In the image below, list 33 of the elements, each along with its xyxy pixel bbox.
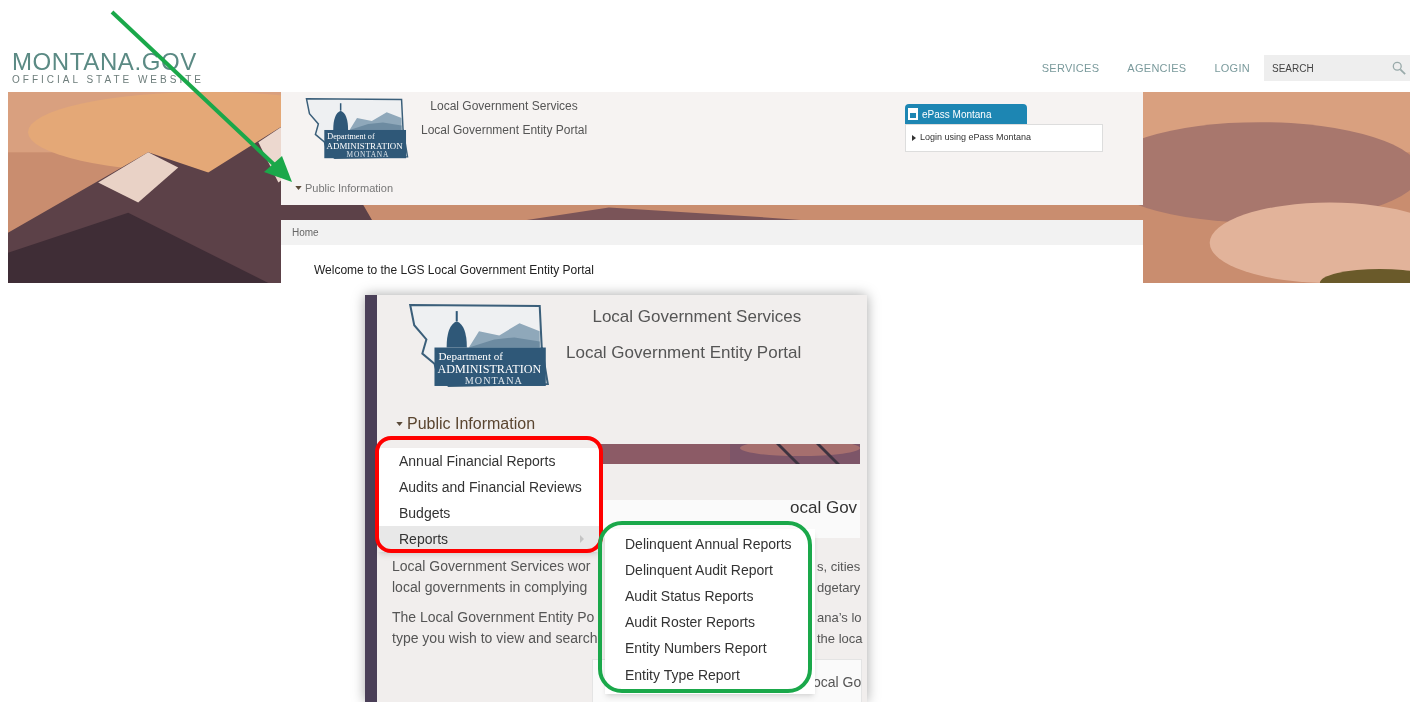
portal-title: Local Government Services — [430, 98, 578, 115]
portal-title: Local Government Services — [592, 306, 802, 328]
menu-toggle[interactable]: Public Information — [407, 412, 536, 436]
lock-icon — [908, 108, 918, 120]
play-icon — [912, 135, 916, 141]
submenu-item[interactable]: Entity Type Report — [605, 661, 815, 689]
submenu-item[interactable]: Audit Status Reports — [605, 583, 815, 610]
portal-title: Local Government Entity Portal — [421, 122, 588, 139]
submenu-item[interactable]: Delinquent Annual Reports — [605, 531, 815, 558]
caret-icon — [295, 185, 302, 190]
submenu-item[interactable]: Delinquent Audit Report — [605, 557, 815, 584]
portal-title: Local Government Entity Portal — [566, 341, 802, 364]
epass-login-link[interactable]: Login using ePass Montana — [905, 124, 1103, 152]
submenu-item[interactable]: Audit Roster Reports — [605, 609, 815, 636]
body-text: The Local Government Entity Po — [392, 608, 596, 627]
agency-logo: Department of ADMINISTRATION MONTANA — [408, 303, 550, 388]
body-text: ana’s lo — [817, 609, 863, 627]
menu-item[interactable]: Reports — [378, 526, 600, 552]
epass-title: ePass Montana — [922, 107, 992, 122]
welcome-heading: Welcome to the LGS Local Government Entity Portal — [314, 263, 594, 277]
body-text: the loca — [817, 630, 863, 648]
section-heading: ocal Gov — [790, 497, 858, 519]
breadcrumb-link[interactable]: Home — [292, 225, 319, 240]
body-text: s, cities — [817, 558, 862, 576]
body-text: type you wish to view and search — [392, 629, 598, 648]
body-text: local governments in complying — [392, 578, 589, 597]
search-icon[interactable] — [1392, 61, 1406, 75]
body-text: dgetary — [817, 579, 862, 597]
submenu-item[interactable]: Entity Numbers Report — [605, 635, 815, 662]
body-text: Local Government Services wor — [392, 557, 592, 576]
menu-toggle[interactable]: Public Information — [305, 179, 394, 196]
agency-logo: Department of ADMINISTRATION MONTANA — [305, 97, 409, 160]
caret-icon — [396, 422, 403, 426]
